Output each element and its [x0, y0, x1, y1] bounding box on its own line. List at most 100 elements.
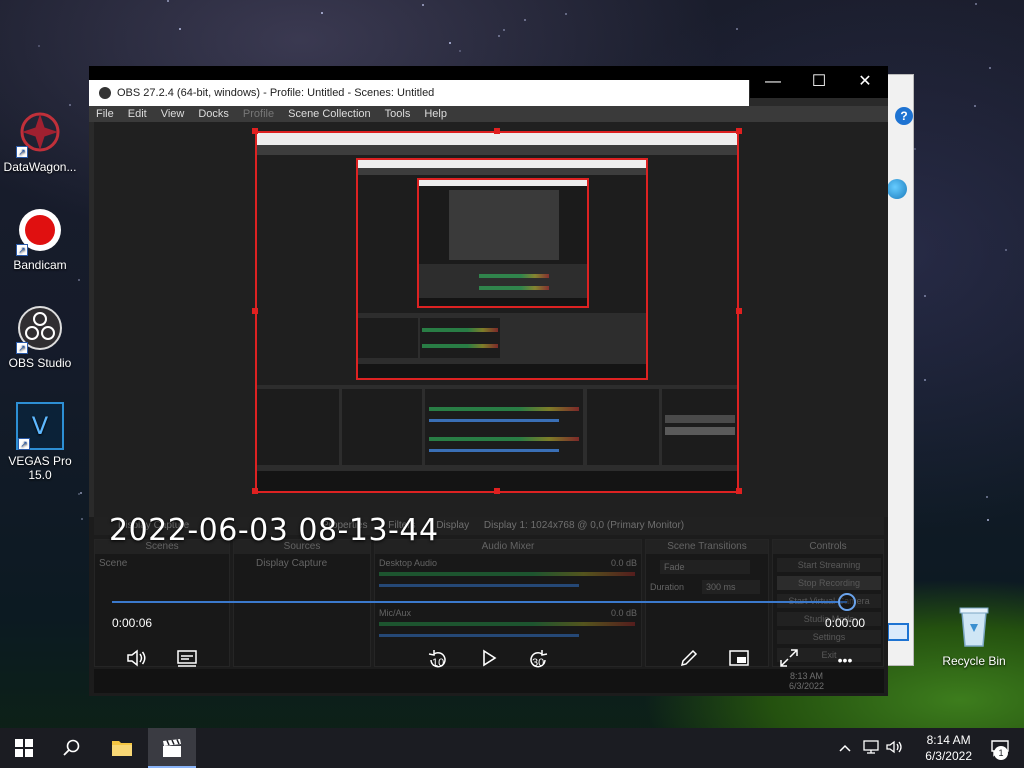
desktop-icon-label: OBS Studio	[8, 356, 72, 370]
vegas-pro-icon: V ↗	[16, 402, 64, 450]
skip-forward-button[interactable]: 30	[525, 648, 551, 672]
star	[987, 519, 989, 521]
minimize-button[interactable]: —	[750, 66, 796, 98]
notification-badge: 1	[994, 746, 1008, 760]
help-icon[interactable]: ?	[895, 107, 913, 125]
play-button[interactable]	[477, 648, 501, 672]
star	[503, 29, 505, 31]
network-icon[interactable]	[860, 728, 882, 768]
movies-tv-button[interactable]	[148, 728, 196, 768]
play-icon	[483, 649, 497, 667]
maximize-button[interactable]: ☐	[796, 66, 842, 98]
fullscreen-button[interactable]	[777, 648, 801, 672]
nested-capture-1	[255, 131, 739, 493]
shortcut-arrow-icon: ↗	[18, 438, 30, 450]
expand-icon	[780, 649, 798, 667]
desktop-icon-label: VEGAS Pro 15.0	[8, 454, 72, 482]
speaker-icon	[127, 649, 146, 667]
shortcut-arrow-icon: ↗	[16, 244, 28, 256]
star	[80, 492, 82, 494]
star	[69, 104, 71, 106]
picture-in-picture-icon	[729, 650, 749, 666]
desktop-icon-datawagon[interactable]: ↗ DataWagon...	[0, 108, 80, 174]
pencil-icon	[680, 649, 698, 667]
desktop-icon-obs[interactable]: ↗ OBS Studio	[0, 304, 80, 370]
desktop-icon-label: DataWagon...	[3, 160, 77, 174]
taskbar: 8:14 AM 6/3/2022 1	[0, 728, 1024, 768]
file-explorer-button[interactable]	[98, 728, 146, 768]
volume-button[interactable]	[125, 648, 149, 672]
menu-view: View	[160, 108, 185, 120]
star	[81, 518, 83, 520]
star	[422, 4, 424, 6]
nested-capture-3	[417, 178, 589, 308]
volume-tray-icon[interactable]	[884, 728, 906, 768]
search-button[interactable]	[48, 728, 96, 768]
close-button[interactable]: ✕	[842, 66, 888, 98]
star	[975, 3, 977, 5]
tray-overflow-icon[interactable]	[834, 728, 856, 768]
star	[167, 0, 169, 2]
obs-studio-icon: ↗	[16, 304, 64, 354]
shortcut-arrow-icon: ↗	[16, 342, 28, 354]
desktop-icon-vegas[interactable]: V ↗ VEGAS Pro 15.0	[0, 402, 80, 482]
star	[459, 50, 461, 52]
star	[179, 28, 181, 30]
more-options-button[interactable]: •••	[833, 648, 857, 672]
start-button[interactable]	[0, 728, 48, 768]
windows-logo-icon	[15, 739, 33, 757]
clock[interactable]: 8:14 AM 6/3/2022	[925, 732, 972, 764]
star	[38, 45, 40, 47]
chevron-up-icon	[839, 744, 851, 752]
menu-edit: Edit	[127, 108, 147, 120]
star	[498, 35, 500, 37]
desktop-icon-bandicam[interactable]: ↗ Bandicam	[0, 206, 80, 272]
timestamp-overlay: 2022-06-03 08-13-44	[109, 513, 439, 548]
obs-preview-canvas	[94, 122, 888, 517]
star	[986, 496, 988, 498]
menu-file: File	[96, 108, 114, 120]
recycle-bin-icon	[950, 602, 998, 650]
star	[78, 279, 80, 281]
back-arrow-icon[interactable]: ←	[103, 70, 121, 91]
notifications-button[interactable]: 1	[976, 728, 1024, 768]
menu-profile: Profile	[242, 108, 275, 120]
video-frame[interactable]: OBS 27.2.4 (64-bit, windows) - Profile: …	[89, 80, 888, 696]
player-titlebar: ← — ☐ ✕	[89, 66, 888, 98]
search-icon	[63, 739, 80, 756]
current-time: 0:00:06	[112, 616, 153, 630]
star	[924, 379, 926, 381]
speaker-tray-icon	[886, 740, 902, 754]
menu-docks: Docks	[198, 108, 229, 120]
shortcut-arrow-icon: ↗	[16, 146, 28, 158]
star	[989, 67, 991, 69]
captions-icon	[177, 650, 197, 667]
star	[914, 148, 916, 150]
nested-capture-2	[356, 158, 648, 380]
clock-time: 8:14 AM	[926, 733, 971, 747]
menu-scene-collection: Scene Collection	[288, 108, 371, 120]
seek-thumb[interactable]	[838, 593, 856, 611]
clock-date: 6/3/2022	[925, 749, 972, 763]
seek-bar[interactable]	[112, 601, 847, 603]
datawagon-icon: ↗	[16, 108, 64, 158]
star	[924, 295, 926, 297]
mini-view-button[interactable]	[727, 648, 751, 672]
desktop-icon-label: Recycle Bin	[942, 654, 1006, 668]
globe-icon	[887, 179, 907, 199]
skip-back-button[interactable]: 10	[425, 648, 451, 672]
menu-help: Help	[424, 108, 447, 120]
desktop-icon-recycle-bin[interactable]: Recycle Bin	[934, 602, 1014, 668]
media-player-window[interactable]: OBS 27.2.4 (64-bit, windows) - Profile: …	[89, 66, 888, 696]
star	[974, 105, 976, 107]
folder-icon	[112, 741, 132, 756]
star	[524, 19, 526, 21]
menu-tools: Tools	[384, 108, 411, 120]
skip-forward-label: 30	[532, 657, 545, 669]
duration-time: 0:00:00	[825, 616, 866, 630]
obs-menubar: File Edit View Docks Profile Scene Collection…	[89, 106, 888, 122]
captions-button[interactable]	[175, 648, 199, 672]
edit-button[interactable]	[677, 648, 701, 672]
star	[565, 13, 567, 15]
clapperboard-icon	[163, 739, 181, 757]
